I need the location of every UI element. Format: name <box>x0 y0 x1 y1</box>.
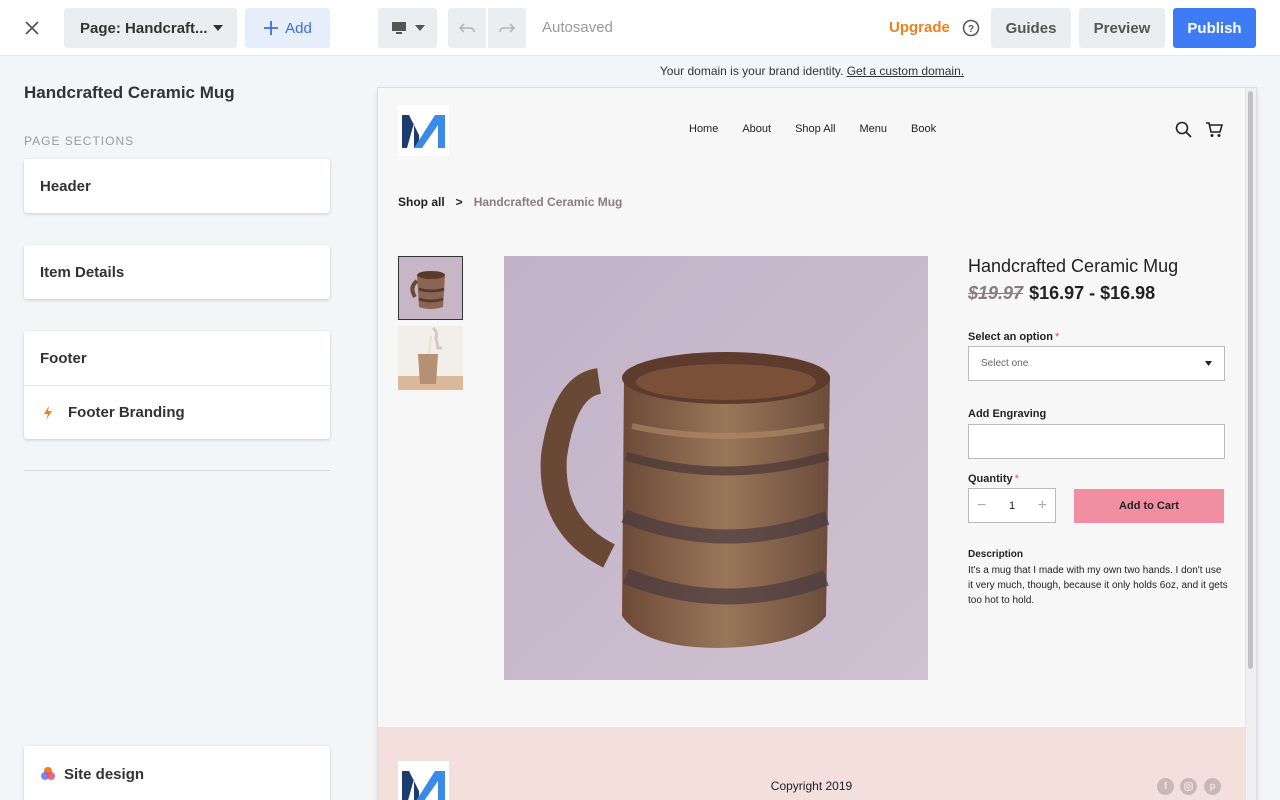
site-preview: Home About Shop All Menu Book Shop all >… <box>378 88 1256 800</box>
section-footer[interactable]: Footer <box>24 331 330 385</box>
search-icon[interactable] <box>1175 121 1192 143</box>
desktop-icon <box>391 22 406 34</box>
add-button-label: Add <box>285 19 312 37</box>
description-text: It's a mug that I made with my own two h… <box>968 565 1228 606</box>
original-price: $19.97 <box>968 283 1024 303</box>
site-nav: Home About Shop All Menu Book <box>689 123 960 135</box>
breadcrumb-shop-all[interactable]: Shop all <box>398 195 445 209</box>
required-marker: * <box>1054 331 1060 343</box>
breadcrumb: Shop all > Handcrafted Ceramic Mug <box>398 195 622 209</box>
section-card-item-details: Item Details <box>24 245 330 299</box>
nav-menu[interactable]: Menu <box>859 123 887 135</box>
site-design-button[interactable]: Site design <box>24 746 330 800</box>
close-button[interactable] <box>18 14 46 42</box>
custom-domain-link[interactable]: Get a custom domain. <box>847 64 964 78</box>
palette-icon <box>40 766 56 782</box>
description-heading: Description <box>968 549 1024 560</box>
copyright-text: Copyright 2019 <box>770 779 853 793</box>
pinterest-icon[interactable]: p <box>1204 778 1221 795</box>
publish-button[interactable]: Publish <box>1173 8 1256 48</box>
add-button[interactable]: Add <box>245 8 330 48</box>
nav-book[interactable]: Book <box>911 123 936 135</box>
caret-down-icon <box>414 25 425 31</box>
option-select[interactable]: Select one <box>968 346 1225 381</box>
product-thumbnail-2[interactable] <box>398 326 463 390</box>
undo-icon <box>459 23 475 33</box>
page-title: Handcrafted Ceramic Mug <box>24 83 235 102</box>
editor-toolbar: Page: Handcraft... Add Autosaved Upgrade… <box>0 0 1280 56</box>
product-thumbnail-1[interactable] <box>398 256 463 320</box>
breadcrumb-current: Handcrafted Ceramic Mug <box>473 195 623 209</box>
nav-shop-all[interactable]: Shop All <box>795 123 835 135</box>
autosave-status: Autosaved <box>542 19 613 36</box>
redo-icon <box>499 23 515 33</box>
domain-banner: Your domain is your brand identity. Get … <box>378 64 1246 78</box>
facebook-icon[interactable]: f <box>1157 778 1174 795</box>
undo-button[interactable] <box>448 8 486 48</box>
section-label: Item Details <box>40 263 125 281</box>
decrement-button[interactable]: − <box>977 497 986 515</box>
breadcrumb-separator: > <box>455 195 463 209</box>
option-label: Select an option * <box>968 331 1059 343</box>
engraving-label: Add Engraving <box>968 408 1047 420</box>
section-card-footer: Footer Footer Branding <box>24 331 330 439</box>
engraving-input[interactable] <box>968 424 1225 459</box>
preview-button[interactable]: Preview <box>1079 8 1165 48</box>
plus-icon <box>264 21 279 35</box>
page-sections-heading: PAGE SECTIONS <box>24 134 135 148</box>
guides-button[interactable]: Guides <box>991 8 1071 48</box>
redo-button[interactable] <box>488 8 526 48</box>
preview-scrollbar[interactable] <box>1245 88 1256 800</box>
cart-icon[interactable] <box>1205 121 1224 143</box>
caret-down-icon <box>1205 361 1212 366</box>
increment-button[interactable]: + <box>1038 497 1047 515</box>
product-price: $19.97 $16.97 - $16.98 <box>968 283 1155 304</box>
section-label: Footer Branding <box>68 404 185 421</box>
quantity-label-text: Quantity <box>968 473 1013 485</box>
svg-text:?: ? <box>968 24 974 35</box>
scrollbar-thumb[interactable] <box>1248 91 1253 669</box>
device-view-selector[interactable] <box>378 8 437 48</box>
page-selector-label: Page: Handcraft... <box>80 19 208 37</box>
help-icon: ? <box>962 19 980 37</box>
quantity-label: Quantity * <box>968 473 1019 485</box>
product-main-image[interactable] <box>504 256 928 680</box>
section-label: Footer <box>40 349 87 367</box>
lightning-icon <box>40 405 56 420</box>
instagram-icon[interactable] <box>1180 778 1197 795</box>
close-icon <box>25 21 39 35</box>
quantity-stepper[interactable]: − 1 + <box>968 488 1056 523</box>
product-title: Handcrafted Ceramic Mug <box>968 256 1179 276</box>
page-selector[interactable]: Page: Handcraft... <box>64 8 237 48</box>
section-footer-branding[interactable]: Footer Branding <box>24 385 330 439</box>
section-header[interactable]: Header <box>24 159 330 213</box>
site-logo[interactable] <box>398 105 449 156</box>
nav-home[interactable]: Home <box>689 123 718 135</box>
required-marker: * <box>1014 473 1019 485</box>
caret-down-icon <box>213 25 223 31</box>
site-design-label: Site design <box>64 766 145 783</box>
site-footer: Copyright 2019 f p <box>378 727 1245 800</box>
add-to-cart-button[interactable]: Add to Cart <box>1074 489 1224 523</box>
sale-price: $16.97 - $16.98 <box>1029 283 1156 303</box>
option-select-value: Select one <box>981 358 1029 369</box>
sidebar-divider <box>24 470 330 471</box>
option-label-text: Select an option <box>968 331 1053 343</box>
quantity-value: 1 <box>1008 499 1016 512</box>
domain-banner-text: Your domain is your brand identity. <box>659 64 844 78</box>
section-item-details[interactable]: Item Details <box>24 245 330 299</box>
upgrade-link[interactable]: Upgrade <box>889 19 950 36</box>
section-label: Header <box>40 177 91 195</box>
section-card-header: Header <box>24 159 330 213</box>
nav-about[interactable]: About <box>742 123 771 135</box>
help-button[interactable]: ? <box>961 18 981 38</box>
